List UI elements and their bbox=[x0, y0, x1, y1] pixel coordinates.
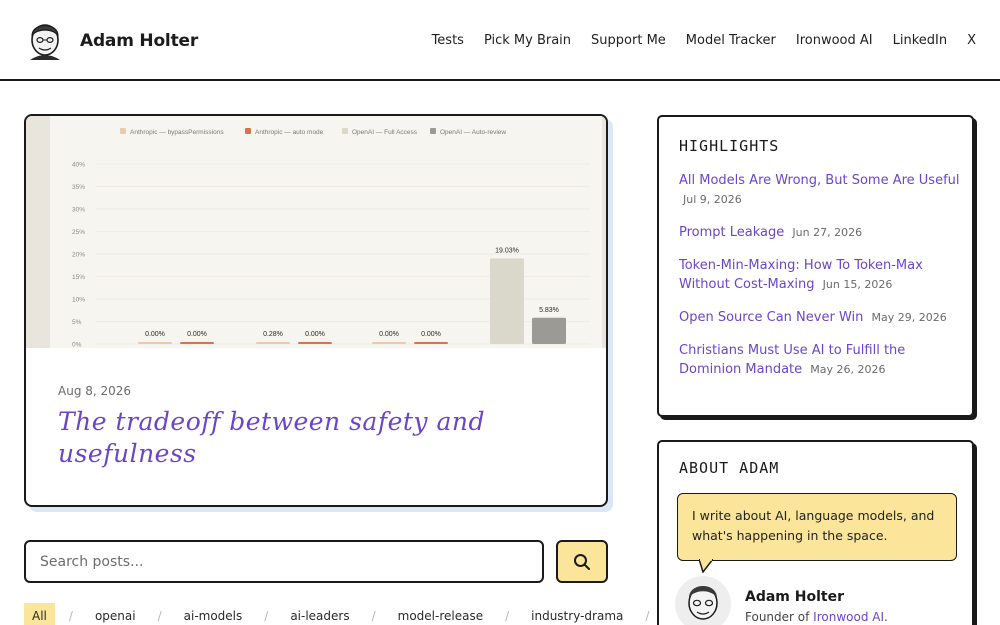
highlight-date: Jul 9, 2026 bbox=[683, 193, 742, 206]
bar-value-label: 0.00% bbox=[305, 331, 325, 338]
role-suffix: . bbox=[884, 610, 888, 624]
tag-separator: / bbox=[157, 609, 162, 623]
list-item: Open Source Can Never Win May 29, 2026 bbox=[679, 308, 964, 327]
bar-value-label: 0.00% bbox=[421, 331, 441, 338]
main-nav: Tests Pick My Brain Support Me Model Tra… bbox=[412, 33, 976, 48]
y-tick-label: 40% bbox=[72, 162, 85, 169]
site-header: Adam Holter Tests Pick My Brain Support … bbox=[0, 0, 1000, 81]
chart-panel: Anthropic — bypassPermissions Anthropic —… bbox=[50, 116, 602, 349]
y-tick-label: 20% bbox=[72, 252, 85, 259]
y-tick-label: 10% bbox=[72, 297, 85, 304]
highlight-link[interactable]: Prompt Leakage bbox=[679, 225, 784, 240]
highlight-date: May 26, 2026 bbox=[810, 363, 886, 376]
legend-label: Anthropic — bypassPermissions bbox=[130, 129, 224, 136]
chart-svg: Anthropic — bypassPermissions Anthropic —… bbox=[72, 128, 590, 349]
tag-filter-bar: All / openai / ai-models / ai-leaders / … bbox=[24, 603, 663, 625]
search-input[interactable] bbox=[26, 542, 542, 581]
tag-separator: / bbox=[264, 609, 269, 623]
search-icon bbox=[574, 553, 590, 570]
chart-bar bbox=[180, 342, 214, 344]
nav-pick-my-brain[interactable]: Pick My Brain bbox=[484, 33, 571, 48]
highlights-title: HIGHLIGHTS bbox=[679, 137, 780, 155]
bubble-tail-icon bbox=[699, 559, 713, 573]
bar-value-label: 0.28% bbox=[263, 331, 283, 338]
nav-ironwood-ai[interactable]: Ironwood AI bbox=[796, 33, 873, 48]
tag-all[interactable]: All bbox=[24, 603, 55, 625]
list-item: All Models Are Wrong, But Some Are Usefu… bbox=[679, 171, 964, 209]
about-role: Founder of Ironwood AI. bbox=[745, 610, 888, 624]
speech-bubble: I write about AI, language models, and w… bbox=[677, 493, 957, 561]
about-name: Adam Holter bbox=[745, 589, 844, 605]
avatar-icon[interactable] bbox=[26, 18, 64, 60]
list-item: Token-Min-Maxing: How To Token-Max Witho… bbox=[679, 256, 964, 294]
chart-bar bbox=[414, 342, 448, 344]
about-title: ABOUT ADAM bbox=[679, 459, 780, 477]
highlight-date: Jun 27, 2026 bbox=[792, 226, 863, 239]
nav-tests[interactable]: Tests bbox=[432, 33, 464, 48]
list-item: Christians Must Use AI to Fulfill the Do… bbox=[679, 341, 964, 379]
bar-value-label: 5.83% bbox=[539, 307, 559, 314]
tag-industry-drama[interactable]: industry-drama bbox=[523, 603, 631, 625]
chart-bar bbox=[256, 342, 290, 344]
featured-date: Aug 8, 2026 bbox=[58, 384, 132, 398]
tag-ai-models[interactable]: ai-models bbox=[176, 603, 251, 625]
featured-title[interactable]: The tradeoff between safety and usefulne… bbox=[58, 406, 558, 470]
avatar-icon bbox=[688, 586, 718, 620]
featured-image: Anthropic — bypassPermissions Anthropic —… bbox=[26, 116, 606, 349]
legend-label: OpenAI — Full Access bbox=[352, 129, 418, 136]
y-tick-label: 15% bbox=[72, 274, 85, 281]
role-prefix: Founder of bbox=[745, 610, 810, 624]
tag-separator: / bbox=[371, 609, 376, 623]
featured-post-card[interactable]: Anthropic — bypassPermissions Anthropic —… bbox=[24, 114, 608, 507]
avatar bbox=[675, 576, 731, 625]
nav-support-me[interactable]: Support Me bbox=[591, 33, 666, 48]
y-tick-label: 5% bbox=[72, 319, 82, 326]
legend-swatch bbox=[245, 128, 251, 134]
search-button[interactable] bbox=[556, 540, 608, 583]
tag-separator: / bbox=[68, 609, 73, 623]
nav-x[interactable]: X bbox=[967, 33, 976, 48]
nav-linkedin[interactable]: LinkedIn bbox=[893, 33, 947, 48]
legend-swatch bbox=[342, 128, 348, 134]
tag-openai[interactable]: openai bbox=[87, 603, 144, 625]
chart-bar bbox=[372, 342, 406, 344]
bar-value-label: 19.03% bbox=[495, 247, 519, 254]
bar-value-label: 0.00% bbox=[145, 331, 165, 338]
y-tick-label: 30% bbox=[72, 207, 85, 214]
y-tick-label: 0% bbox=[72, 342, 82, 349]
y-tick-label: 35% bbox=[72, 184, 85, 191]
about-box: ABOUT ADAM I write about AI, language mo… bbox=[657, 440, 974, 625]
legend-label: OpenAI — Auto-review bbox=[440, 129, 506, 136]
highlights-list: All Models Are Wrong, But Some Are Usefu… bbox=[679, 171, 964, 393]
tag-separator: / bbox=[505, 609, 510, 623]
bar-value-label: 0.00% bbox=[187, 331, 207, 338]
chart-bar bbox=[298, 342, 332, 344]
list-item: Prompt Leakage Jun 27, 2026 bbox=[679, 223, 964, 242]
chart-bar bbox=[532, 317, 566, 344]
legend-swatch bbox=[120, 128, 126, 134]
highlight-link[interactable]: Open Source Can Never Win bbox=[679, 310, 863, 325]
highlights-box: HIGHLIGHTS All Models Are Wrong, But Som… bbox=[657, 115, 974, 417]
tag-ai-leaders[interactable]: ai-leaders bbox=[282, 603, 357, 625]
site-title[interactable]: Adam Holter bbox=[80, 31, 198, 51]
highlight-date: May 29, 2026 bbox=[871, 311, 947, 324]
bar-value-label: 0.00% bbox=[379, 331, 399, 338]
nav-model-tracker[interactable]: Model Tracker bbox=[686, 33, 776, 48]
ironwood-link[interactable]: Ironwood AI bbox=[813, 610, 884, 624]
search-box bbox=[24, 540, 544, 583]
chart-bar bbox=[138, 342, 172, 344]
legend-swatch bbox=[430, 128, 436, 134]
tag-model-release[interactable]: model-release bbox=[390, 603, 491, 625]
highlight-date: Jun 15, 2026 bbox=[822, 278, 893, 291]
chart-bar bbox=[490, 258, 524, 344]
legend-label: Anthropic — auto mode bbox=[255, 129, 324, 136]
y-tick-label: 25% bbox=[72, 229, 85, 236]
highlight-link[interactable]: All Models Are Wrong, But Some Are Usefu… bbox=[679, 173, 960, 188]
